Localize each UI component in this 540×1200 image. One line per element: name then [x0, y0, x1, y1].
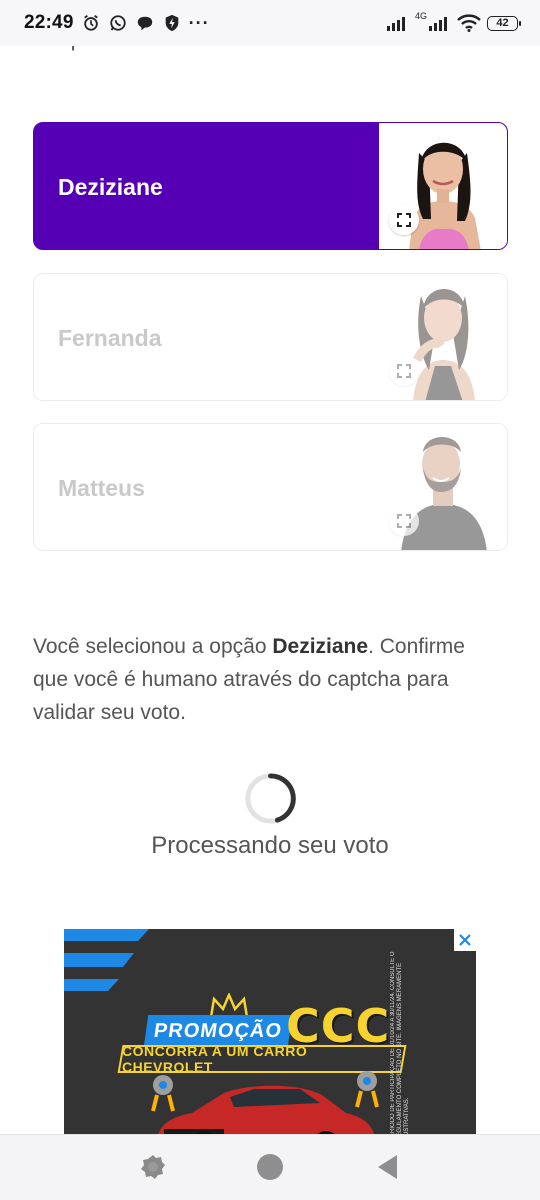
alarm-icon [83, 15, 98, 31]
ad-fine-print: PERÍODO DE PARTICIPAÇÃO DE 01/10/24 A 30… [390, 951, 410, 1141]
wifi-icon [457, 14, 481, 32]
shield-bolt-icon [165, 14, 178, 32]
option-card-fernanda[interactable]: Fernanda [33, 273, 508, 401]
confirmation-prefix: Você selecionou a opção [33, 635, 273, 658]
screen: 22:49 ··· 4G 42 temporada. Deziziane [0, 0, 540, 1200]
confirmation-selected-name: Deziziane [272, 635, 369, 658]
network-type: 4G [414, 11, 427, 21]
processing-label: Processando seu voto [151, 832, 389, 859]
candidate-photo [379, 274, 507, 400]
advertisement-banner[interactable]: PROMOÇÃO CCC CONCORRA A UM CARRO CHEVROL… [64, 929, 476, 1149]
nav-recents-button[interactable] [138, 1152, 168, 1182]
ad-close-button[interactable] [454, 929, 476, 951]
expand-icon [397, 364, 411, 378]
option-card-deziziane[interactable]: Deziziane [33, 122, 508, 250]
option-name: Fernanda [58, 324, 162, 351]
option-name: Matteus [58, 474, 145, 501]
expand-photo-button[interactable] [389, 506, 419, 536]
ad-mascot-left-icon [151, 1075, 175, 1112]
back-triangle-icon [378, 1155, 397, 1179]
candidate-photo [379, 123, 507, 249]
nav-home-button[interactable] [255, 1152, 285, 1182]
expand-photo-button[interactable] [389, 356, 419, 386]
loading-spinner-icon [245, 773, 296, 824]
status-system-icons: 4G 42 [386, 11, 521, 32]
candidate-photo [379, 424, 507, 550]
more-notifications-icon: ··· [188, 12, 210, 33]
expand-photo-button[interactable] [389, 205, 419, 235]
signal-icon-2 [429, 17, 447, 31]
ad-blue-stripes [64, 929, 149, 991]
battery-indicator: 42 [487, 15, 521, 31]
status-bar: 22:49 ··· 4G 42 [0, 0, 540, 46]
gear-icon [141, 1155, 165, 1179]
signal-icon [386, 17, 405, 31]
home-circle-icon [257, 1154, 283, 1180]
nav-back-button[interactable] [373, 1152, 403, 1182]
expand-icon [397, 514, 411, 528]
option-card-matteus[interactable]: Matteus [33, 423, 508, 551]
option-name: Deziziane [58, 173, 163, 200]
confirmation-message: Você selecionou a opção Deziziane. Confi… [33, 630, 503, 729]
close-icon [459, 934, 471, 946]
expand-icon [397, 213, 411, 227]
status-time: 22:49 [24, 12, 74, 33]
system-navigation-bar [0, 1134, 540, 1200]
whatsapp-icon [109, 15, 126, 31]
ad-mascot-right-icon [355, 1071, 379, 1108]
status-notification-icons [82, 14, 181, 32]
chat-bubble-icon [137, 16, 152, 31]
